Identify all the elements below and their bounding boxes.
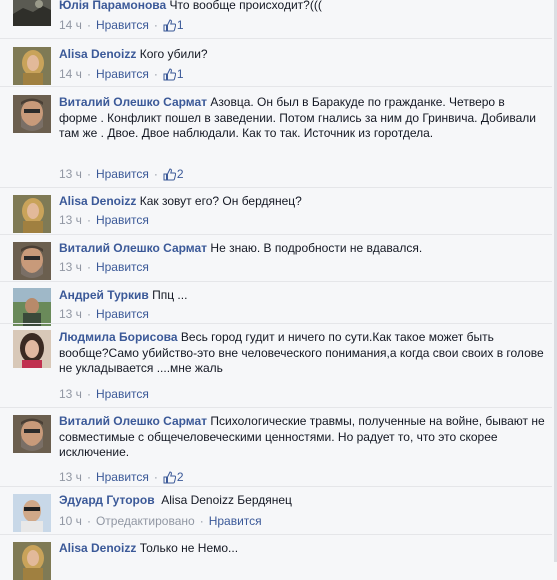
like-count[interactable]: 1 <box>163 67 184 81</box>
like-button[interactable]: Нравится <box>96 167 149 181</box>
comment: Alisa Denoizz Кого убили? 14 ч · Нравится ·… <box>0 38 552 87</box>
comment-time[interactable]: 13 ч <box>59 387 82 401</box>
comment-time[interactable]: 14 ч <box>59 67 82 81</box>
comment-meta: 13 ч · Нравится <box>59 213 149 227</box>
like-button[interactable]: Нравится <box>209 514 262 528</box>
avatar-image <box>13 330 51 368</box>
avatar-image <box>13 195 51 233</box>
comment-author[interactable]: Юлія Парамонова <box>59 0 166 12</box>
comment: Эдуард Гуторов Alisa Denoizz Бердянец 10… <box>0 486 552 535</box>
comment-text: Что вообще происходит?((( <box>169 0 322 12</box>
comment-meta: 13 ч · Нравится <box>59 387 149 401</box>
avatar[interactable] <box>13 415 51 453</box>
avatar[interactable] <box>13 95 51 133</box>
comment-author[interactable]: Виталий Олешко Сармат <box>59 414 207 428</box>
comment-meta: 13 ч · Нравится · 2 <box>59 167 184 181</box>
comment-author[interactable]: Alisa Denoizz <box>59 194 136 208</box>
edited-label[interactable]: Отредактировано <box>96 514 195 528</box>
comment-time[interactable]: 13 ч <box>59 213 82 227</box>
like-button[interactable]: Нравится <box>96 307 149 321</box>
comment: Виталий Олешко Сармат Психологические тр… <box>0 407 552 487</box>
comment-meta: 10 ч · Отредактировано · Нравится <box>59 514 262 528</box>
comment-author[interactable]: Alisa Denoizz <box>59 47 136 61</box>
like-count[interactable]: 2 <box>163 167 184 181</box>
like-button[interactable]: Нравится <box>96 387 149 401</box>
avatar-image <box>13 494 51 532</box>
comment: Виталий Олешко Сармат Не знаю. В подробн… <box>0 234 552 282</box>
comment: Виталий Олешко Сармат Азовца. Он был в Б… <box>0 86 552 188</box>
comment-text: Как зовут его? Он бердянец? <box>139 194 302 208</box>
like-count-value: 1 <box>176 67 184 81</box>
avatar[interactable] <box>13 542 51 580</box>
avatar-image <box>13 95 51 133</box>
like-button[interactable]: Нравится <box>96 470 149 484</box>
avatar[interactable] <box>13 494 51 532</box>
avatar[interactable] <box>13 242 51 280</box>
comment-author[interactable]: Виталий Олешко Сармат <box>59 95 207 109</box>
avatar-image <box>13 542 51 580</box>
like-button[interactable]: Нравится <box>96 67 149 81</box>
like-button[interactable]: Нравится <box>96 18 149 32</box>
comment-time[interactable]: 10 ч <box>59 514 82 528</box>
like-count[interactable]: 2 <box>163 470 184 484</box>
comment-time[interactable]: 13 ч <box>59 167 82 181</box>
comment-author[interactable]: Эдуард Гуторов <box>59 493 155 507</box>
avatar[interactable] <box>13 47 51 85</box>
avatar[interactable] <box>13 195 51 233</box>
comment-author[interactable]: Андрей Туркив <box>59 288 149 302</box>
comment-author[interactable]: Виталий Олешко Сармат <box>59 241 207 255</box>
avatar[interactable] <box>13 0 51 26</box>
comment-author[interactable]: Людмила Борисова <box>59 330 178 344</box>
like-button[interactable]: Нравится <box>96 213 149 227</box>
comment-text: Кого убили? <box>139 47 208 61</box>
like-count-value: 2 <box>176 470 184 484</box>
comment-time[interactable]: 13 ч <box>59 307 82 321</box>
like-button[interactable]: Нравится <box>96 260 149 274</box>
like-count[interactable]: 1 <box>163 18 184 32</box>
comment-time[interactable]: 13 ч <box>59 470 82 484</box>
comment: Андрей Туркив Ппц ... 13 ч · Нравится <box>0 281 552 326</box>
avatar-image <box>13 415 51 453</box>
comment: Alisa Denoizz Только не Немо... <box>0 534 552 580</box>
thumbs-up-icon <box>163 19 176 32</box>
like-count-value: 1 <box>176 18 184 32</box>
comment-text: Ппц ... <box>152 288 188 302</box>
avatar[interactable] <box>13 288 51 326</box>
comment-meta: 13 ч · Нравится · 2 <box>59 470 184 484</box>
avatar-image <box>13 288 51 326</box>
thumbs-up-icon <box>163 471 176 484</box>
comment-text: Не знаю. В подробности не вдавался. <box>210 241 423 255</box>
comment: Людмила Борисова Весь город гудит и ниче… <box>0 323 552 408</box>
avatar-image <box>13 242 51 280</box>
comment-text: Только не Немо... <box>139 541 239 555</box>
avatar-image <box>13 47 51 85</box>
comment-time[interactable]: 14 ч <box>59 18 82 32</box>
comment-meta: 13 ч · Нравится <box>59 307 149 321</box>
comment-meta: 14 ч · Нравится · 1 <box>59 67 184 81</box>
thumbs-up-icon <box>163 168 176 181</box>
avatar-image <box>13 0 51 26</box>
comment-meta: 14 ч · Нравится · 1 <box>59 18 184 32</box>
comment-author[interactable]: Alisa Denoizz <box>59 541 136 555</box>
comment-time[interactable]: 13 ч <box>59 260 82 274</box>
comment: Alisa Denoizz Как зовут его? Он бердянец… <box>0 187 552 235</box>
comment-text: Alisa Denoizz Бердянец <box>161 493 292 507</box>
like-count-value: 2 <box>176 167 184 181</box>
comment: Юлія Парамонова Что вообще происходит?((… <box>0 0 552 36</box>
thumbs-up-icon <box>163 68 176 81</box>
comment-meta: 13 ч · Нравится <box>59 260 149 274</box>
avatar[interactable] <box>13 330 51 368</box>
